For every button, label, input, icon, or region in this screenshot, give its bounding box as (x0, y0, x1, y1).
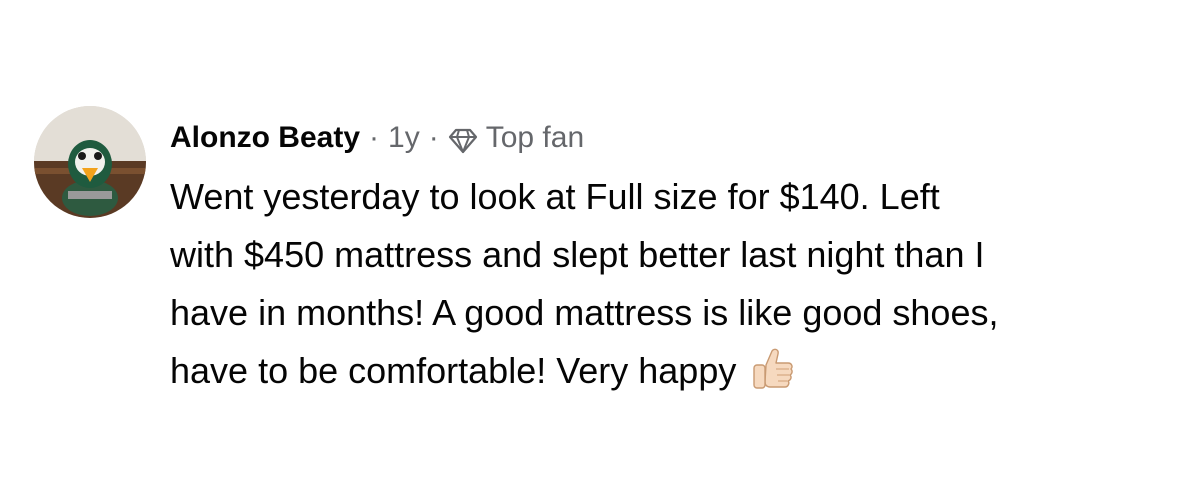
thumbs-up-icon (748, 345, 796, 393)
separator: · (428, 121, 439, 154)
comment-text-line: with $450 mattress and slept better last… (170, 234, 985, 275)
author-name[interactable]: Alonzo Beaty (170, 118, 360, 158)
comment-text-line-content: have to be comfortable! Very happy (170, 350, 737, 391)
comment-text-line: Went yesterday to look at Full size for … (170, 176, 940, 217)
avatar-image (34, 106, 146, 218)
comment-text: Went yesterday to look at Full size for … (170, 168, 1180, 400)
timestamp[interactable]: 1y (388, 118, 420, 158)
top-fan-badge[interactable]: Top fan (448, 118, 584, 158)
comment-meta: Alonzo Beaty · 1y · Top fan (170, 118, 1184, 158)
diamond-icon (448, 125, 478, 154)
avatar[interactable] (34, 106, 146, 218)
comment: Alonzo Beaty · 1y · Top fan Went yesterd… (34, 106, 1184, 400)
badge-label: Top fan (485, 121, 585, 154)
comment-body: Alonzo Beaty · 1y · Top fan Went yesterd… (170, 106, 1184, 400)
comment-text-line-last: have to be comfortable! Very happy (170, 342, 1180, 400)
comment-text-line: have in months! A good mattress is like … (170, 292, 999, 333)
separator: · (369, 121, 380, 154)
